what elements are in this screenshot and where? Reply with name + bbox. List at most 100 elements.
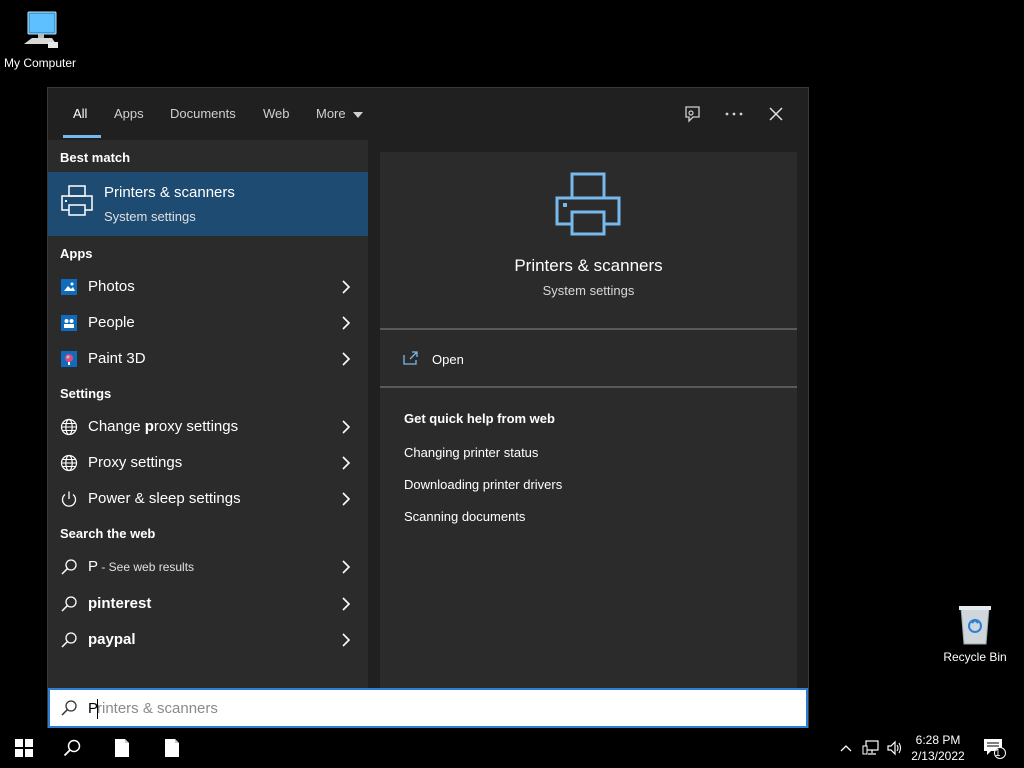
app-item-paint3d[interactable]: Paint 3D <box>48 341 368 377</box>
open-label: Open <box>432 352 464 367</box>
close-button[interactable] <box>764 102 788 126</box>
my-computer-desktop-icon[interactable]: My Computer <box>0 8 80 70</box>
chevron-right-icon <box>342 316 351 330</box>
best-match-subtitle: System settings <box>104 209 196 224</box>
divider <box>380 328 797 330</box>
search-icon <box>63 739 81 757</box>
recycle-bin-icon <box>959 606 991 645</box>
windows-logo-icon <box>15 739 33 757</box>
active-tab-indicator <box>63 135 101 138</box>
clock-date: 2/13/2022 <box>911 749 965 763</box>
help-link[interactable]: Scanning documents <box>404 509 525 524</box>
search-web-header: Search the web <box>60 526 156 541</box>
search-taskbar-button[interactable] <box>48 728 96 768</box>
photos-icon <box>60 278 78 296</box>
close-icon <box>769 107 783 121</box>
recycle-bin-desktop-icon[interactable]: Recycle Bin <box>935 602 1015 664</box>
ellipsis-icon <box>725 112 743 116</box>
chevron-right-icon <box>342 633 351 647</box>
notification-icon <box>984 739 1006 759</box>
open-action[interactable]: Open <box>402 348 602 372</box>
chevron-right-icon <box>342 492 351 506</box>
globe-icon <box>60 454 78 472</box>
more-options-button[interactable] <box>722 102 746 126</box>
feedback-button[interactable] <box>680 102 704 126</box>
network-tray-button[interactable] <box>860 728 882 768</box>
tab-documents[interactable]: Documents <box>170 106 236 126</box>
best-match-header: Best match <box>60 150 131 165</box>
search-icon <box>60 595 78 613</box>
best-match-result[interactable]: Printers & scanners System settings <box>48 172 368 236</box>
app-label: Paint 3D <box>88 350 146 367</box>
setting-item-change-proxy[interactable]: Change proxy settings <box>48 409 368 445</box>
tab-web[interactable]: Web <box>263 106 290 126</box>
printer-icon <box>555 172 621 236</box>
help-link[interactable]: Downloading printer drivers <box>404 477 562 492</box>
app-item-photos[interactable]: Photos <box>48 269 368 305</box>
network-icon <box>862 740 879 755</box>
search-icon <box>61 700 77 716</box>
best-match-title: Printers & scanners <box>104 184 235 201</box>
search-input[interactable]: P rinters & scanners <box>48 688 808 728</box>
divider <box>380 386 797 388</box>
system-clock[interactable]: 6:28 PM 2/13/2022 <box>905 732 971 764</box>
chevron-right-icon <box>342 456 351 470</box>
chevron-right-icon <box>342 420 351 434</box>
caret-down-icon <box>353 111 364 118</box>
search-icon <box>60 558 78 576</box>
taskbar-file-button[interactable] <box>98 728 146 768</box>
search-icon <box>60 631 78 649</box>
tab-apps[interactable]: Apps <box>114 106 144 126</box>
document-icon <box>115 739 129 757</box>
web-result-paypal[interactable]: paypal <box>48 622 368 658</box>
preview-subtitle: System settings <box>542 283 635 298</box>
app-label: Photos <box>88 278 135 295</box>
chevron-right-icon <box>342 352 351 366</box>
notification-count-badge: 1 <box>995 748 1001 759</box>
tab-more-label: More <box>316 106 346 121</box>
chevron-right-icon <box>342 560 351 574</box>
feedback-icon <box>685 106 700 123</box>
taskbar-file-button[interactable] <box>148 728 196 768</box>
action-center-button[interactable]: 1 <box>980 728 1008 768</box>
open-icon <box>403 351 418 365</box>
web-result-label: paypal <box>88 631 136 648</box>
volume-tray-button[interactable] <box>884 728 906 768</box>
people-icon <box>60 314 78 332</box>
pane-divider <box>368 140 380 688</box>
taskbar: 6:28 PM 2/13/2022 1 <box>0 728 1024 768</box>
setting-item-proxy[interactable]: Proxy settings <box>48 445 368 481</box>
show-hidden-icons-button[interactable] <box>836 728 856 768</box>
document-icon <box>165 739 179 757</box>
volume-icon <box>887 740 902 756</box>
web-result-label: pinterest <box>88 595 152 612</box>
app-label: People <box>88 314 135 331</box>
my-computer-label: My Computer <box>3 56 77 70</box>
computer-icon <box>24 11 58 48</box>
start-button[interactable] <box>0 728 48 768</box>
globe-icon <box>60 418 78 436</box>
web-result-pinterest[interactable]: pinterest <box>48 586 368 622</box>
tab-all[interactable]: All <box>73 106 87 126</box>
setting-item-power-sleep[interactable]: Power & sleep settings <box>48 481 368 517</box>
web-result-p[interactable]: P - See web results <box>48 549 368 585</box>
web-result-label: P - See web results <box>88 558 195 575</box>
start-search-panel: All Apps Documents Web More Best match P… <box>47 87 809 729</box>
app-item-people[interactable]: People <box>48 305 368 341</box>
printer-icon <box>60 184 94 223</box>
apps-header: Apps <box>60 246 93 261</box>
paint3d-icon <box>60 350 78 368</box>
results-list: Best match Printers & scanners System se… <box>48 140 368 688</box>
power-icon <box>60 490 78 508</box>
help-link[interactable]: Changing printer status <box>404 445 538 460</box>
settings-header: Settings <box>60 386 112 401</box>
chevron-up-icon <box>840 745 852 752</box>
tab-more[interactable]: More <box>316 106 364 126</box>
chevron-right-icon <box>342 280 351 294</box>
setting-label: Proxy settings <box>88 454 183 471</box>
quick-help-header: Get quick help from web <box>404 411 555 426</box>
preview-pane: Printers & scanners System settings Open… <box>380 152 797 688</box>
search-autocomplete-suggestion: rinters & scanners <box>97 700 218 717</box>
setting-label: Change proxy settings <box>88 418 239 435</box>
clock-time: 6:28 PM <box>915 733 961 747</box>
